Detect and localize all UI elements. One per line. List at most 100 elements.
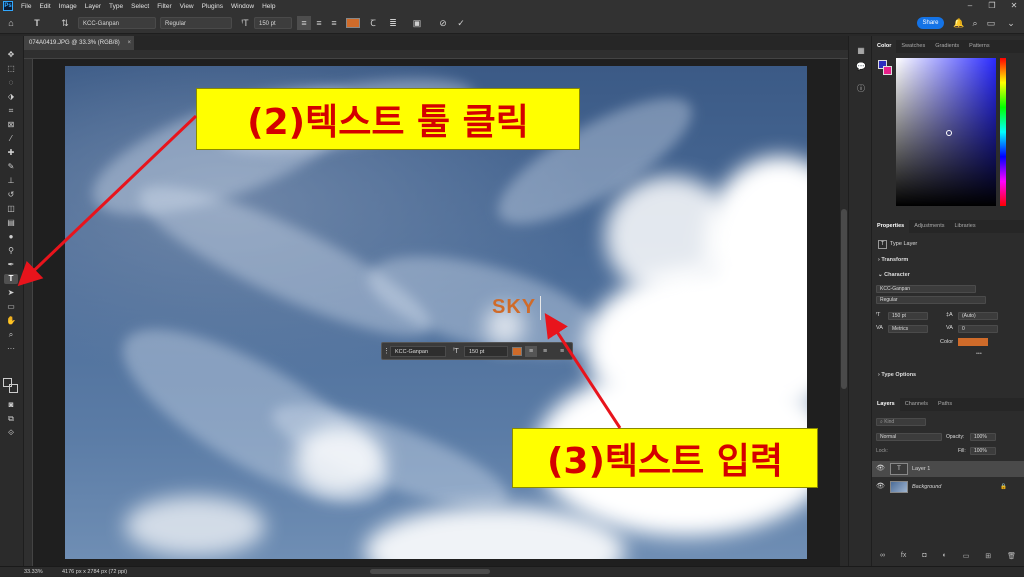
tab-libraries[interactable]: Libraries bbox=[949, 220, 980, 233]
3d-icon[interactable]: ▣ bbox=[410, 16, 424, 30]
new-layer-icon[interactable]: ⊞ bbox=[985, 552, 991, 564]
opacity-field[interactable]: 100% bbox=[970, 433, 996, 441]
workspace-menu-icon[interactable]: ⌄ bbox=[1004, 16, 1018, 30]
vertical-scrollbar[interactable] bbox=[840, 59, 848, 566]
object-selection-tool-icon[interactable]: ⬗ bbox=[4, 92, 18, 102]
type-tool-icon[interactable]: T bbox=[4, 274, 18, 284]
prop-text-color-swatch[interactable] bbox=[958, 338, 988, 346]
text-color-swatch[interactable] bbox=[346, 18, 360, 28]
home-icon[interactable]: ⌂ bbox=[4, 16, 18, 30]
menu-help[interactable]: Help bbox=[258, 3, 279, 10]
color-background-swatch[interactable] bbox=[883, 66, 892, 75]
history-panel-icon[interactable]: ▦ bbox=[854, 46, 868, 56]
menu-type[interactable]: Type bbox=[105, 3, 127, 10]
warp-text-icon[interactable]: Ꞇ bbox=[366, 16, 380, 30]
path-selection-tool-icon[interactable]: ➤ bbox=[4, 288, 18, 298]
add-mask-icon[interactable]: ◘ bbox=[922, 552, 926, 564]
layer-name[interactable]: Background bbox=[912, 479, 941, 495]
menu-view[interactable]: View bbox=[176, 3, 198, 10]
layer-style-icon[interactable]: fx bbox=[901, 552, 906, 564]
background-color-swatch[interactable] bbox=[9, 384, 18, 393]
hand-tool-icon[interactable]: ✋ bbox=[4, 316, 18, 326]
character-section[interactable]: ⌄ Character bbox=[878, 272, 910, 278]
adjustment-layer-icon[interactable]: ◐ bbox=[943, 552, 947, 564]
close-tab-icon[interactable]: × bbox=[127, 40, 131, 46]
ctx-font-size-select[interactable]: 150 pt bbox=[464, 346, 508, 357]
move-tool-icon[interactable]: ✥ bbox=[4, 50, 18, 60]
commit-edit-icon[interactable]: ✓ bbox=[454, 16, 468, 30]
brush-tool-icon[interactable]: ✎ bbox=[4, 162, 18, 172]
scroll-thumb[interactable] bbox=[841, 209, 847, 389]
eyedropper-tool-icon[interactable]: ⁄ bbox=[4, 134, 18, 144]
drag-handle-icon[interactable]: ⋮ bbox=[383, 346, 390, 357]
screen-mode-icon[interactable]: ⧉ bbox=[4, 414, 18, 424]
tab-channels[interactable]: Channels bbox=[900, 398, 933, 411]
crop-tool-icon[interactable]: ⌗ bbox=[4, 106, 18, 116]
layer-row-text[interactable]: 👁 T Layer 1 bbox=[872, 461, 1024, 477]
lock-icon[interactable]: 🔒 bbox=[1000, 479, 1007, 495]
prop-font-family-select[interactable]: KCC-Ganpan bbox=[876, 285, 976, 293]
menu-edit[interactable]: Edit bbox=[35, 3, 54, 10]
zoom-tool-icon[interactable]: ⌕ bbox=[4, 330, 18, 340]
search-icon[interactable]: ⌕ bbox=[968, 16, 982, 30]
ctx-align-right-icon[interactable]: ≡ bbox=[556, 346, 568, 357]
ctx-align-left-icon[interactable]: ≡ bbox=[525, 346, 537, 357]
clone-stamp-tool-icon[interactable]: ⊥ bbox=[4, 176, 18, 186]
new-group-icon[interactable]: ▭ bbox=[963, 552, 970, 564]
ctx-color-swatch[interactable] bbox=[512, 347, 522, 356]
tab-patterns[interactable]: Patterns bbox=[964, 40, 994, 53]
font-family-select[interactable]: KCC-Ganpan bbox=[78, 17, 156, 29]
lasso-tool-icon[interactable]: ◌ bbox=[4, 78, 18, 88]
prop-tracking-field[interactable]: 0 bbox=[958, 325, 998, 333]
color-picker-field[interactable] bbox=[896, 58, 996, 206]
history-brush-tool-icon[interactable]: ↺ bbox=[4, 190, 18, 200]
menu-plugins[interactable]: Plugins bbox=[198, 3, 227, 10]
prop-kerning-field[interactable]: Metrics bbox=[888, 325, 928, 333]
color-picker-handle[interactable] bbox=[946, 130, 952, 136]
menu-file[interactable]: File bbox=[17, 3, 35, 10]
font-size-select[interactable]: 150 pt bbox=[254, 17, 292, 29]
eraser-tool-icon[interactable]: ◫ bbox=[4, 204, 18, 214]
prop-size-field[interactable]: 150 pt bbox=[888, 312, 928, 320]
rectangle-tool-icon[interactable]: ▭ bbox=[4, 302, 18, 312]
text-orientation-icon[interactable]: ⇅ bbox=[58, 16, 72, 30]
layer-row-background[interactable]: 👁 Background 🔒 bbox=[872, 479, 1024, 495]
generative-icon[interactable]: ⟐ bbox=[4, 428, 18, 438]
healing-brush-tool-icon[interactable]: ✚ bbox=[4, 148, 18, 158]
info-panel-icon[interactable]: ⓘ bbox=[854, 84, 868, 94]
minimize-icon[interactable]: – bbox=[962, 0, 978, 12]
blur-tool-icon[interactable]: ● bbox=[4, 232, 18, 242]
type-tool-preset-icon[interactable]: T bbox=[30, 16, 44, 30]
blend-mode-select[interactable]: Normal bbox=[876, 433, 942, 441]
align-left-icon[interactable]: ≡ bbox=[297, 16, 311, 30]
visibility-eye-icon[interactable]: 👁 bbox=[876, 461, 885, 477]
gradient-tool-icon[interactable]: ▤ bbox=[4, 218, 18, 228]
align-right-icon[interactable]: ≡ bbox=[327, 16, 341, 30]
maximize-icon[interactable]: ❐ bbox=[984, 0, 1000, 12]
prop-leading-field[interactable]: (Auto) bbox=[958, 312, 998, 320]
tab-gradients[interactable]: Gradients bbox=[930, 40, 964, 53]
ctx-font-family-select[interactable]: KCC-Ganpan bbox=[390, 346, 446, 357]
tab-properties[interactable]: Properties bbox=[872, 220, 910, 233]
hue-slider[interactable] bbox=[1000, 58, 1006, 206]
fill-field[interactable]: 100% bbox=[970, 447, 996, 455]
tab-swatches[interactable]: Swatches bbox=[896, 40, 930, 53]
menu-layer[interactable]: Layer bbox=[81, 3, 105, 10]
type-options-section[interactable]: › Type Options bbox=[878, 372, 916, 378]
layer-name[interactable]: Layer 1 bbox=[912, 461, 930, 477]
ctx-align-center-icon[interactable]: ≡ bbox=[539, 346, 551, 357]
cancel-edit-icon[interactable]: ⊘ bbox=[436, 16, 450, 30]
tab-paths[interactable]: Paths bbox=[933, 398, 957, 411]
font-style-select[interactable]: Regular bbox=[160, 17, 232, 29]
marquee-tool-icon[interactable]: ⬚ bbox=[4, 64, 18, 74]
canvas-text-layer[interactable]: SKY bbox=[492, 296, 536, 319]
delete-layer-icon[interactable]: 🗑 bbox=[1007, 552, 1016, 564]
frame-tool-icon[interactable]: ⊠ bbox=[4, 120, 18, 130]
horizontal-scroll-thumb[interactable] bbox=[370, 569, 490, 574]
comments-panel-icon[interactable]: 💬 bbox=[854, 62, 868, 72]
pen-tool-icon[interactable]: ✒ bbox=[4, 260, 18, 270]
visibility-eye-icon[interactable]: 👁 bbox=[876, 479, 885, 495]
character-panel-icon[interactable]: ≣ bbox=[386, 16, 400, 30]
menu-filter[interactable]: Filter bbox=[153, 3, 175, 10]
tab-layers[interactable]: Layers bbox=[872, 398, 900, 411]
